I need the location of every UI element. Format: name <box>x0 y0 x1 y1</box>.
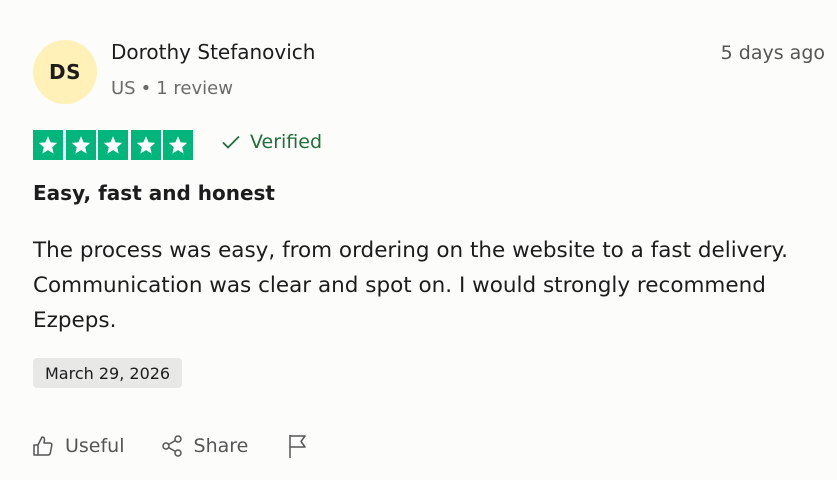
meta-separator: • <box>140 78 152 99</box>
flag-icon <box>289 435 307 458</box>
avatar[interactable]: DS <box>33 40 97 104</box>
report-button[interactable] <box>286 433 310 459</box>
share-icon <box>161 435 182 457</box>
experience-date: March 29, 2026 <box>33 358 183 388</box>
review-body: The process was easy, from ordering on t… <box>33 238 788 333</box>
share-label: Share <box>193 435 249 457</box>
review-title: Easy, fast and honest <box>33 181 275 205</box>
star-icon <box>33 130 63 160</box>
verified-badge[interactable]: Verified <box>221 131 322 153</box>
reviewer-name[interactable]: Dorothy Stefanovich <box>111 40 315 64</box>
avatar-initials: DS <box>48 60 81 84</box>
reviewer-review-count: 1 review <box>156 78 233 99</box>
thumbs-up-icon <box>33 436 53 456</box>
useful-label: Useful <box>65 435 125 457</box>
reviewer-country: US <box>111 78 136 99</box>
star-rating <box>33 130 193 160</box>
review-time-ago: 5 days ago <box>720 42 825 64</box>
review-actions: Useful Share <box>31 433 310 459</box>
verified-label: Verified <box>250 131 323 153</box>
star-icon <box>163 130 193 160</box>
star-icon <box>130 130 161 160</box>
useful-button[interactable]: Useful <box>31 434 125 458</box>
checkmark-icon <box>222 135 240 149</box>
star-icon <box>65 130 96 160</box>
reviewer-meta: US • 1 review <box>111 78 233 99</box>
share-button[interactable]: Share <box>160 434 249 458</box>
star-icon <box>98 130 128 160</box>
